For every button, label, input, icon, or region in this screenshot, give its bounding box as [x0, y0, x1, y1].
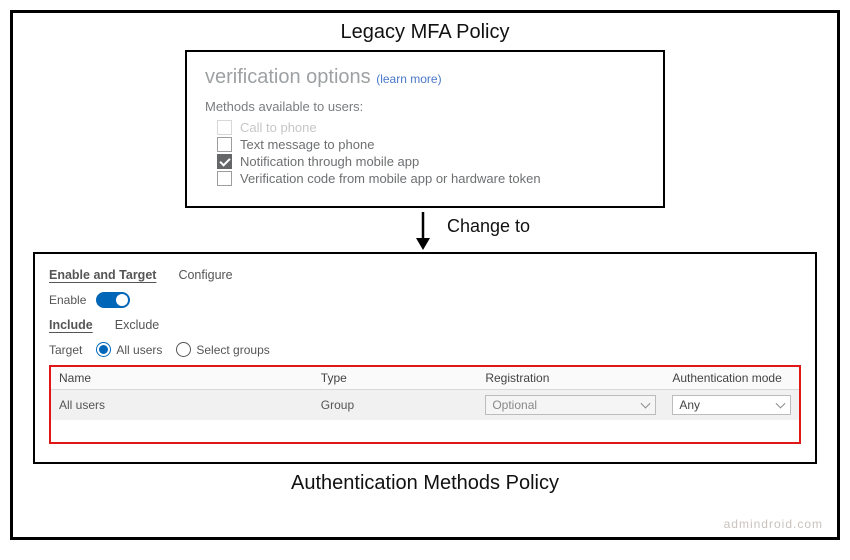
- checkbox-text-message[interactable]: [217, 137, 232, 152]
- legacy-title: Legacy MFA Policy: [33, 21, 817, 44]
- col-name: Name: [51, 367, 313, 390]
- checkbox-verification-code[interactable]: [217, 171, 232, 186]
- option-text-message[interactable]: Text message to phone: [217, 137, 645, 152]
- option-label: Text message to phone: [240, 137, 374, 152]
- transition-row: Change to: [33, 212, 817, 250]
- cell-name: All users: [51, 390, 313, 421]
- option-label: Verification code from mobile app or har…: [240, 171, 541, 186]
- option-verification-code[interactable]: Verification code from mobile app or har…: [217, 171, 645, 186]
- registration-dropdown[interactable]: Optional: [485, 395, 656, 415]
- tab-enable-and-target[interactable]: Enable and Target: [49, 268, 156, 282]
- main-tabs: Enable and Target Configure: [49, 268, 801, 282]
- cell-registration: Optional: [477, 390, 664, 421]
- radio-dot-icon: [176, 342, 191, 357]
- arrow-down-icon: [33, 212, 813, 250]
- table-row[interactable]: All users Group Optional Any: [51, 390, 799, 421]
- verification-options-text: verification options: [205, 66, 371, 88]
- legacy-mfa-panel: verification options (learn more) Method…: [185, 50, 665, 208]
- col-auth-mode: Authentication mode: [664, 367, 799, 390]
- auth-methods-panel: Enable and Target Configure Enable Inclu…: [33, 252, 817, 464]
- include-exclude-tabs: Include Exclude: [49, 318, 801, 332]
- option-call-to-phone: Call to phone: [217, 120, 645, 135]
- radio-label: All users: [116, 343, 162, 357]
- methods-subheading: Methods available to users:: [205, 99, 645, 114]
- checkbox-notification-app[interactable]: [217, 154, 232, 169]
- target-table: Name Type Registration Authentication mo…: [51, 367, 799, 442]
- table-spacer: [51, 420, 799, 442]
- option-notification-app[interactable]: Notification through mobile app: [217, 154, 645, 169]
- enable-row: Enable: [49, 292, 801, 308]
- option-label: Notification through mobile app: [240, 154, 419, 169]
- table-header-row: Name Type Registration Authentication mo…: [51, 367, 799, 390]
- target-row: Target All users Select groups: [49, 342, 801, 357]
- diagram-frame: Legacy MFA Policy verification options (…: [10, 10, 840, 540]
- col-type: Type: [313, 367, 478, 390]
- enable-label: Enable: [49, 293, 86, 307]
- cell-auth-mode: Any: [664, 390, 799, 421]
- learn-more-link[interactable]: (learn more): [376, 72, 441, 86]
- subtab-include[interactable]: Include: [49, 318, 93, 332]
- tab-configure[interactable]: Configure: [178, 268, 232, 282]
- radio-dot-icon: [96, 342, 111, 357]
- subtab-exclude[interactable]: Exclude: [115, 318, 159, 332]
- option-label: Call to phone: [240, 120, 317, 135]
- verification-options-heading: verification options (learn more): [205, 66, 645, 89]
- enable-toggle[interactable]: [96, 292, 130, 308]
- cell-type: Group: [313, 390, 478, 421]
- auth-methods-title: Authentication Methods Policy: [33, 472, 817, 495]
- checkbox-call-to-phone: [217, 120, 232, 135]
- target-table-highlight: Name Type Registration Authentication mo…: [49, 365, 801, 444]
- radio-label: Select groups: [196, 343, 269, 357]
- auth-mode-dropdown[interactable]: Any: [672, 395, 791, 415]
- col-registration: Registration: [477, 367, 664, 390]
- watermark: admindroid.com: [724, 517, 823, 531]
- radio-select-groups[interactable]: Select groups: [176, 342, 269, 357]
- change-to-label: Change to: [447, 216, 530, 237]
- radio-all-users[interactable]: All users: [96, 342, 162, 357]
- target-label: Target: [49, 343, 82, 357]
